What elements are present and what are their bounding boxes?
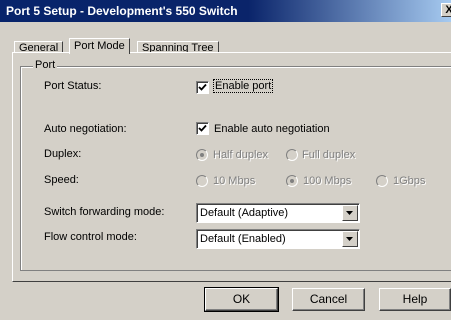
speed-10-label: 10 Mbps [213,175,256,187]
dropdown-button[interactable] [342,205,358,221]
port-status-label: Port Status: [44,80,102,92]
auto-negotiation-checkbox-label: Enable auto negotiation [214,123,330,135]
flow-control-select[interactable]: Default (Enabled) [196,229,360,249]
half-duplex-radio[interactable] [196,149,208,161]
forwarding-mode-label: Switch forwarding mode: [44,206,165,218]
tab-port-mode-label: Port Mode [74,40,125,52]
auto-negotiation-label: Auto negotiation: [44,123,127,135]
tab-port-mode[interactable]: Port Mode [69,38,130,54]
checkmark-icon [198,124,207,132]
group-title: Port [33,59,58,71]
half-duplex-label: Half duplex [213,149,269,161]
window-title: Port 5 Setup - Development's 550 Switch [6,4,238,18]
dropdown-button[interactable] [342,231,358,247]
speed-10-radio[interactable] [196,175,208,187]
forwarding-mode-value: Default (Adaptive) [200,207,289,219]
title-bar: Port 5 Setup - Development's 550 Switch … [0,0,451,22]
close-button[interactable]: X [441,3,451,17]
help-button[interactable]: Help [379,288,451,311]
enable-port-label: Enable port [213,79,274,93]
flow-control-label: Flow control mode: [44,231,137,243]
speed-1g-radio[interactable] [376,175,388,187]
speed-1g-label: 1Gbps [393,175,426,187]
speed-100-radio[interactable] [286,175,298,187]
speed-label: Speed: [44,174,79,186]
cancel-button[interactable]: Cancel [292,288,365,311]
ok-button[interactable]: OK [204,287,279,312]
chevron-down-icon [346,237,353,241]
flow-control-value: Default (Enabled) [200,233,286,245]
duplex-label: Duplex: [44,148,82,160]
speed-100-label: 100 Mbps [303,175,352,187]
chevron-down-icon [346,211,353,215]
full-duplex-radio[interactable] [286,149,298,161]
full-duplex-label: Full duplex [302,149,356,161]
enable-port-checkbox[interactable] [196,81,209,94]
checkmark-icon [198,83,207,91]
auto-negotiation-checkbox[interactable] [196,122,209,135]
forwarding-mode-select[interactable]: Default (Adaptive) [196,203,360,223]
